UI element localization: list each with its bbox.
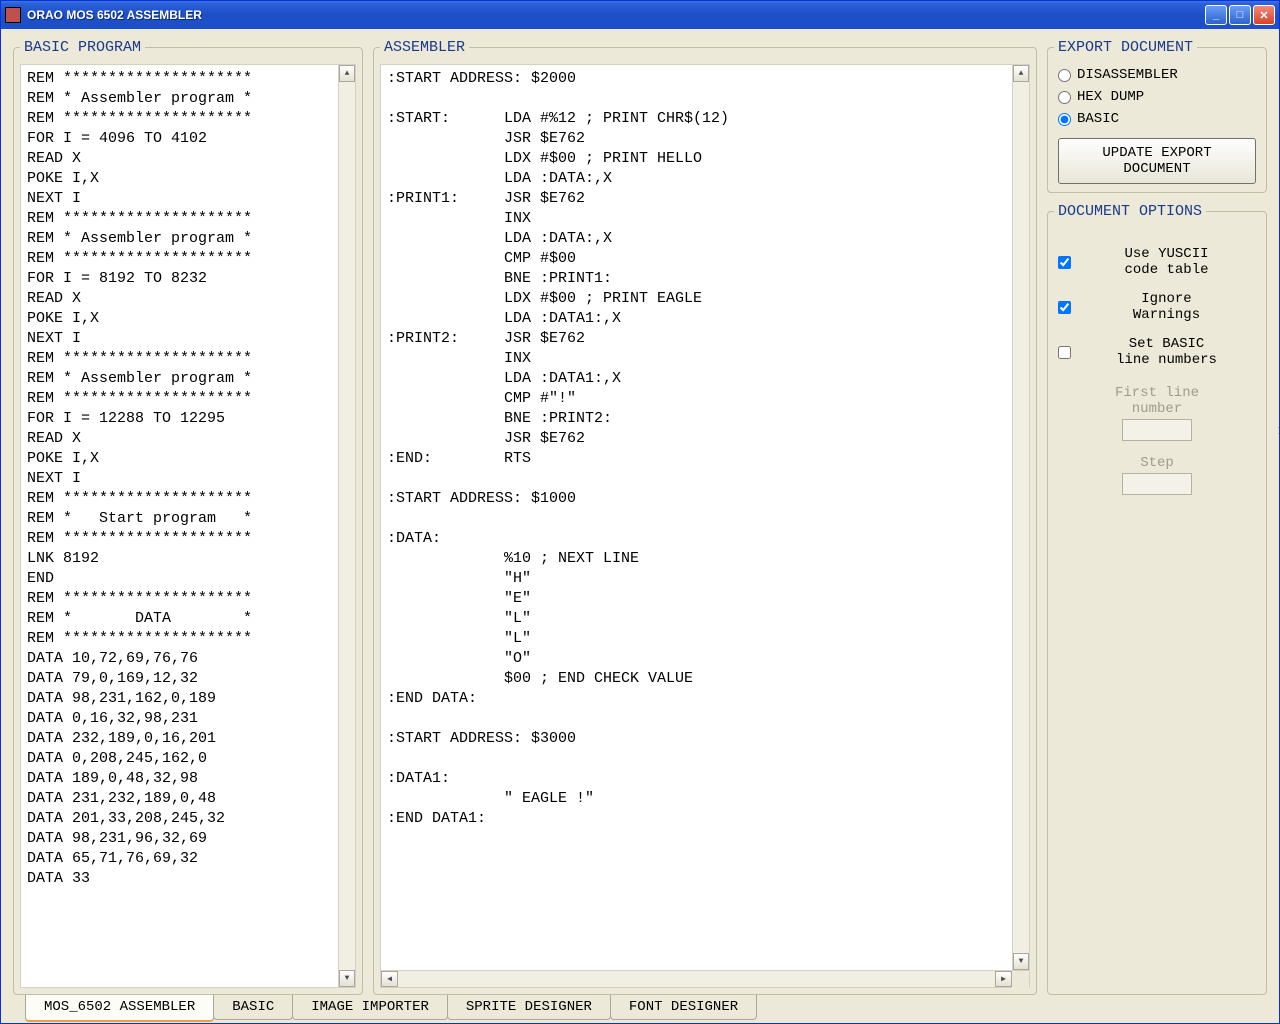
window-title: ORAO MOS 6502 ASSEMBLER — [27, 8, 1205, 22]
first-line-input — [1123, 420, 1279, 440]
scroll-track[interactable] — [1013, 82, 1029, 953]
radio-hexdump-input[interactable] — [1058, 91, 1071, 104]
checkbox-set-linenum-input[interactable] — [1058, 346, 1071, 359]
scroll-down-icon[interactable]: ▼ — [339, 970, 355, 987]
checkbox-ignore-warnings-input[interactable] — [1058, 301, 1071, 314]
scroll-up-icon[interactable]: ▲ — [339, 65, 355, 82]
asm-code-container: ▲ ▼ ◀ ▶ — [380, 64, 1030, 988]
main-area: BASIC PROGRAM ▲ ▼ ASSEMBLER — [1, 29, 1279, 995]
scroll-down-icon[interactable]: ▼ — [1013, 953, 1029, 970]
scroll-track[interactable] — [339, 82, 355, 970]
tab-image-importer[interactable]: IMAGE IMPORTER — [292, 995, 448, 1020]
minimize-button[interactable]: _ — [1205, 5, 1227, 25]
checkbox-ignore-warnings[interactable]: Ignore Warnings — [1058, 291, 1256, 323]
step-input — [1123, 474, 1279, 494]
basic-scrollbar[interactable]: ▲ ▼ — [338, 65, 355, 987]
first-line-label: First line number — [1054, 385, 1260, 417]
close-button[interactable]: ✕ — [1253, 5, 1275, 25]
radio-disassembler-label: DISASSEMBLER — [1077, 67, 1178, 83]
assembler-code-textarea[interactable] — [381, 65, 1012, 970]
basic-code-textarea[interactable] — [21, 65, 338, 987]
client-area: BASIC PROGRAM ▲ ▼ ASSEMBLER — [1, 29, 1279, 1023]
app-icon — [5, 7, 21, 23]
checkbox-yuscii-input[interactable] — [1058, 256, 1071, 269]
checkbox-set-linenum[interactable]: Set BASIC line numbers — [1058, 336, 1256, 368]
basic-legend: BASIC PROGRAM — [20, 39, 145, 56]
app-window: ORAO MOS 6502 ASSEMBLER _ □ ✕ BASIC PROG… — [0, 0, 1280, 1024]
radio-hexdump-label: HEX DUMP — [1077, 89, 1144, 105]
maximize-button[interactable]: □ — [1229, 5, 1251, 25]
assembler-panel: ASSEMBLER ▲ ▼ ◀ ▶ — [373, 39, 1037, 995]
tab-assembler[interactable]: MOS_6502 ASSEMBLER — [25, 995, 214, 1022]
export-legend: EXPORT DOCUMENT — [1054, 39, 1197, 56]
assembler-legend: ASSEMBLER — [380, 39, 469, 56]
radio-disassembler-input[interactable] — [1058, 69, 1071, 82]
step-spinner: ▲ ▼ — [1122, 473, 1192, 495]
checkbox-yuscii[interactable]: Use YUSCII code table — [1058, 246, 1256, 278]
export-document-panel: EXPORT DOCUMENT DISASSEMBLER HEX DUMP BA… — [1047, 39, 1267, 193]
checkbox-set-linenum-label: Set BASIC line numbers — [1077, 336, 1256, 368]
basic-code-container: ▲ ▼ — [20, 64, 356, 988]
first-line-spinner: ▲ ▼ — [1122, 419, 1192, 441]
scroll-track-h[interactable] — [398, 971, 995, 987]
titlebar: ORAO MOS 6502 ASSEMBLER _ □ ✕ — [1, 1, 1279, 29]
document-options-panel: DOCUMENT OPTIONS Use YUSCII code table I… — [1047, 203, 1267, 995]
scroll-left-icon[interactable]: ◀ — [381, 971, 398, 987]
docopts-legend: DOCUMENT OPTIONS — [1054, 203, 1206, 220]
tab-sprite-designer[interactable]: SPRITE DESIGNER — [447, 995, 611, 1020]
radio-basic-input[interactable] — [1058, 113, 1071, 126]
window-controls: _ □ ✕ — [1205, 5, 1275, 25]
tab-font-designer[interactable]: FONT DESIGNER — [610, 995, 757, 1020]
scroll-up-icon[interactable]: ▲ — [1013, 65, 1029, 82]
bottom-tabs: MOS_6502 ASSEMBLER BASIC IMAGE IMPORTER … — [1, 995, 1279, 1023]
radio-disassembler[interactable]: DISASSEMBLER — [1058, 67, 1256, 83]
scroll-right-icon[interactable]: ▶ — [995, 971, 1012, 987]
step-label: Step — [1054, 455, 1260, 471]
checkbox-yuscii-label: Use YUSCII code table — [1077, 246, 1256, 278]
basic-program-panel: BASIC PROGRAM ▲ ▼ — [13, 39, 363, 995]
radio-basic[interactable]: BASIC — [1058, 111, 1256, 127]
right-column: EXPORT DOCUMENT DISASSEMBLER HEX DUMP BA… — [1047, 39, 1267, 995]
asm-scrollbar-v[interactable]: ▲ ▼ — [1012, 65, 1029, 970]
tab-basic[interactable]: BASIC — [213, 995, 293, 1020]
radio-hexdump[interactable]: HEX DUMP — [1058, 89, 1256, 105]
scroll-corner — [1012, 971, 1029, 988]
checkbox-ignore-warnings-label: Ignore Warnings — [1077, 291, 1256, 323]
radio-basic-label: BASIC — [1077, 111, 1119, 127]
asm-scrollbar-h[interactable]: ◀ ▶ — [381, 970, 1029, 987]
update-export-button[interactable]: UPDATE EXPORT DOCUMENT — [1058, 138, 1256, 184]
